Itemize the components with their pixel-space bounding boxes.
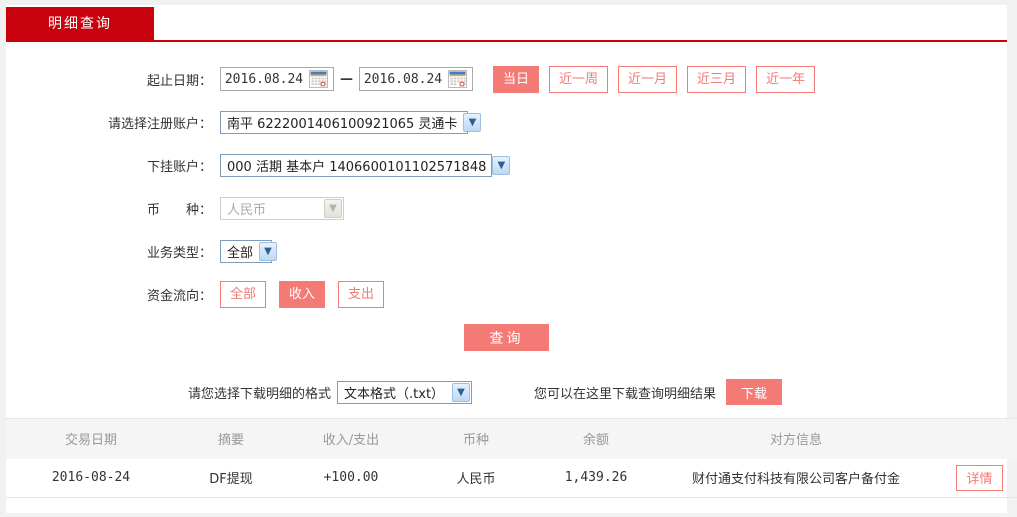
quick-range-quarter-button[interactable]: 近三月	[687, 65, 747, 93]
download-hint-label: 您可以在这里下载查询明细结果	[534, 386, 717, 402]
query-button[interactable]: 查询	[464, 324, 549, 351]
chevron-down-icon: ▼	[259, 241, 278, 261]
quick-range-month-button[interactable]: 近一月	[618, 65, 678, 93]
date-range-row: 起止日期： 2016.08.24 — 2016.08.24 当日 近一周 近一月…	[6, 65, 1007, 93]
tab-bar: 明细查询	[6, 5, 1007, 42]
sub-account-label: 下挂账户：	[146, 159, 212, 175]
chevron-down-icon: ▼	[463, 112, 482, 132]
business-type-select[interactable]: 全部 ▼	[220, 239, 278, 263]
date-range-separator: —	[340, 71, 353, 87]
quick-range-year-button[interactable]: 近一年	[756, 65, 816, 93]
header-counterparty: 对方信息	[656, 418, 936, 459]
download-format-value: 文本格式（.txt）	[344, 386, 445, 402]
business-type-label: 业务类型：	[146, 245, 212, 261]
header-action	[936, 418, 1017, 459]
header-date: 交易日期	[6, 418, 176, 459]
quick-range-group: 当日 近一周 近一月 近三月 近一年	[493, 65, 825, 93]
quick-range-today-button[interactable]: 当日	[493, 65, 540, 93]
cell-counterparty: 财付通支付科技有限公司客户备付金	[656, 458, 936, 498]
cell-currency: 人民币	[416, 458, 536, 498]
start-date-field	[220, 67, 334, 91]
download-row: 请您选择下载明细的格式 文本格式（.txt） ▼ 您可以在这里下载查询明细结果 …	[6, 379, 1007, 405]
end-date-input[interactable]	[360, 69, 446, 89]
header-currency: 币种	[416, 418, 536, 459]
header-summary: 摘要	[176, 418, 286, 459]
currency-row: 币 种： 人民币 ▼	[6, 195, 1007, 221]
start-date-calendar-button[interactable]	[307, 68, 329, 90]
date-range-label: 起止日期：	[146, 73, 212, 89]
download-button[interactable]: 下载	[726, 379, 783, 405]
tab-detail-query[interactable]: 明细查询	[6, 7, 154, 42]
register-account-label: 请选择注册账户：	[107, 116, 212, 132]
currency-select: 人民币 ▼	[220, 196, 344, 220]
register-account-value: 南平 6222001406100921065 灵通卡	[227, 116, 458, 132]
fund-flow-income-button[interactable]: 收入	[279, 280, 326, 308]
fund-flow-all-button[interactable]: 全部	[220, 280, 267, 308]
chevron-down-icon: ▼	[452, 382, 471, 402]
calendar-icon	[308, 70, 328, 88]
table-header: 交易日期 摘要 收入/支出 币种 余额 对方信息	[6, 418, 1017, 459]
query-form: 起止日期： 2016.08.24 — 2016.08.24 当日 近一周 近一月…	[6, 42, 1007, 351]
business-type-value: 全部	[227, 245, 254, 261]
fund-flow-expense-button[interactable]: 支出	[338, 280, 385, 308]
cell-summary: DF提现	[176, 458, 286, 498]
sub-account-select[interactable]: 000 活期 基本户 1406600101102571848 ▼	[220, 153, 511, 177]
detail-query-page: 明细查询 起止日期： 2016.08.24 — 2016.08.24 当日 近一…	[6, 5, 1017, 513]
quick-range-week-button[interactable]: 近一周	[549, 65, 609, 93]
cell-balance: 1,439.26	[536, 458, 656, 498]
register-account-select[interactable]: 南平 6222001406100921065 灵通卡 ▼	[220, 110, 482, 134]
chevron-down-icon: ▼	[492, 155, 511, 175]
header-amount: 收入/支出	[286, 418, 416, 459]
end-date-calendar-button[interactable]	[446, 68, 468, 90]
currency-label: 币 种：	[146, 202, 212, 218]
cell-amount: +100.00	[286, 458, 416, 498]
query-button-row: 查询	[6, 324, 1007, 351]
table-row: 2016-08-24 DF提现 +100.00 人民币 1,439.26 财付通…	[6, 458, 1017, 498]
sub-account-row: 下挂账户： 000 活期 基本户 1406600101102571848 ▼	[6, 152, 1007, 178]
currency-value: 人民币	[227, 202, 267, 218]
sub-account-value: 000 活期 基本户 1406600101102571848	[227, 159, 487, 175]
detail-button[interactable]: 详情	[956, 464, 1003, 491]
fund-flow-row: 资金流向： 全部 收入 支出	[6, 280, 1007, 308]
fund-flow-label: 资金流向：	[146, 288, 212, 304]
start-date-input[interactable]	[221, 69, 307, 89]
cell-date: 2016-08-24	[6, 458, 176, 498]
download-format-select[interactable]: 文本格式（.txt） ▼	[337, 380, 473, 404]
register-account-row: 请选择注册账户： 南平 6222001406100921065 灵通卡 ▼	[6, 109, 1007, 135]
business-type-row: 业务类型： 全部 ▼	[6, 238, 1007, 264]
download-format-label: 请您选择下载明细的格式	[188, 386, 332, 402]
transactions-table: 交易日期 摘要 收入/支出 币种 余额 对方信息 2016-08-24 DF提现…	[6, 418, 1017, 498]
fund-flow-group: 全部 收入 支出	[220, 280, 397, 308]
header-balance: 余额	[536, 418, 656, 459]
chevron-down-icon: ▼	[324, 198, 342, 218]
calendar-icon	[447, 70, 467, 88]
end-date-field	[359, 67, 473, 91]
